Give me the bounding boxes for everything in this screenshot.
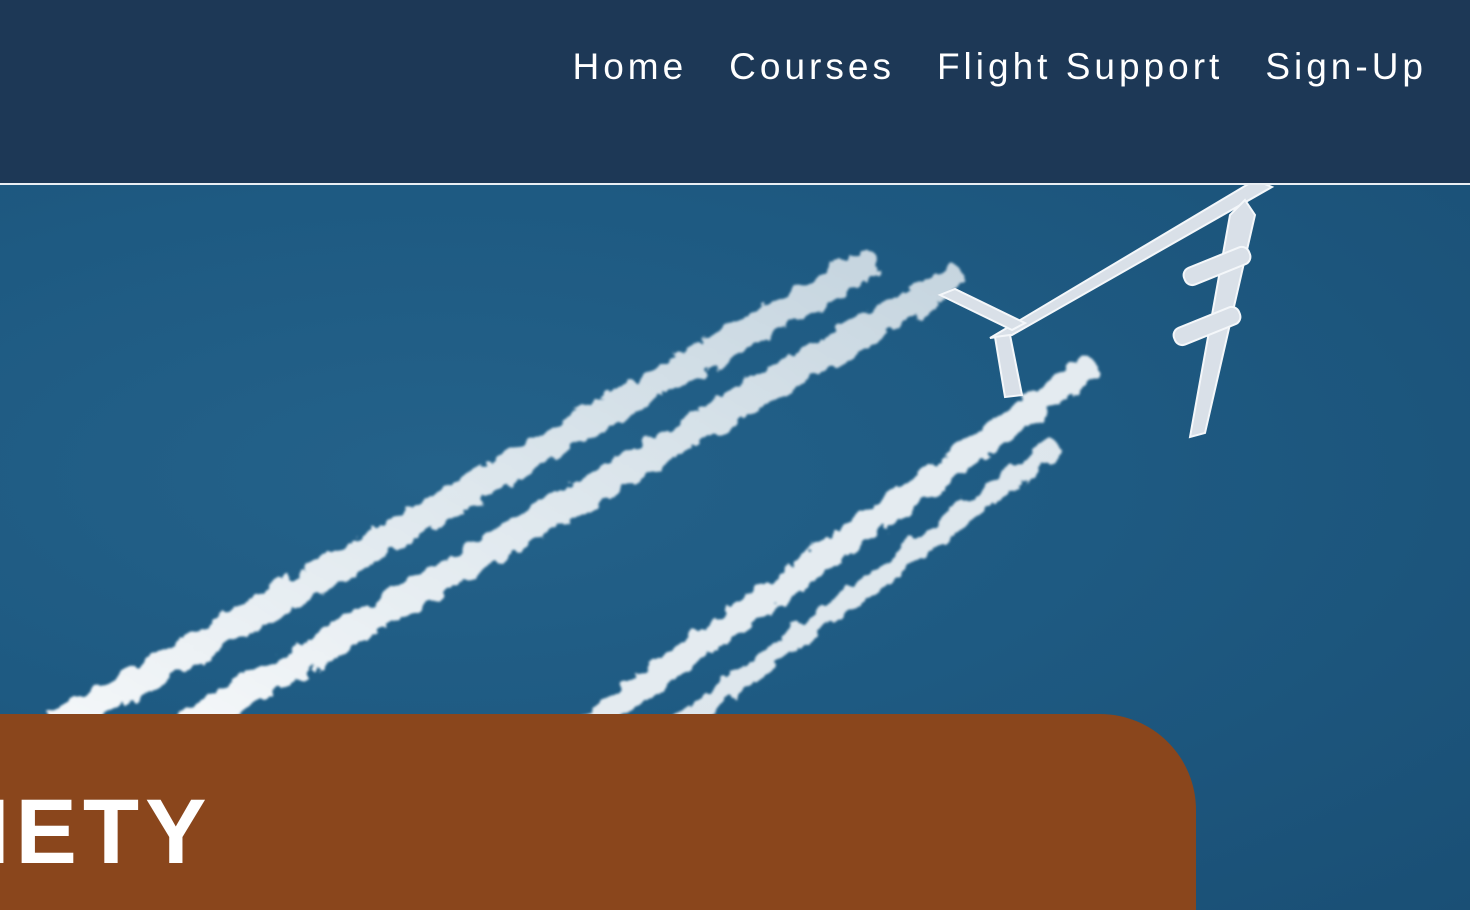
page: Home Courses Flight Support Sign-Up IETY bbox=[0, 0, 1470, 910]
nav-sign-up-link[interactable]: Sign-Up bbox=[1265, 44, 1427, 90]
contrails bbox=[45, 250, 1098, 740]
main-nav: Home Courses Flight Support Sign-Up bbox=[572, 44, 1427, 90]
airplane bbox=[937, 185, 1275, 439]
title-banner: IETY bbox=[0, 714, 1196, 910]
site-header: Home Courses Flight Support Sign-Up bbox=[0, 0, 1470, 183]
nav-flight-support-link[interactable]: Flight Support bbox=[937, 44, 1223, 90]
nav-home-link[interactable]: Home bbox=[572, 44, 687, 90]
nav-courses-link[interactable]: Courses bbox=[729, 44, 895, 90]
banner-title: IETY bbox=[0, 781, 213, 883]
